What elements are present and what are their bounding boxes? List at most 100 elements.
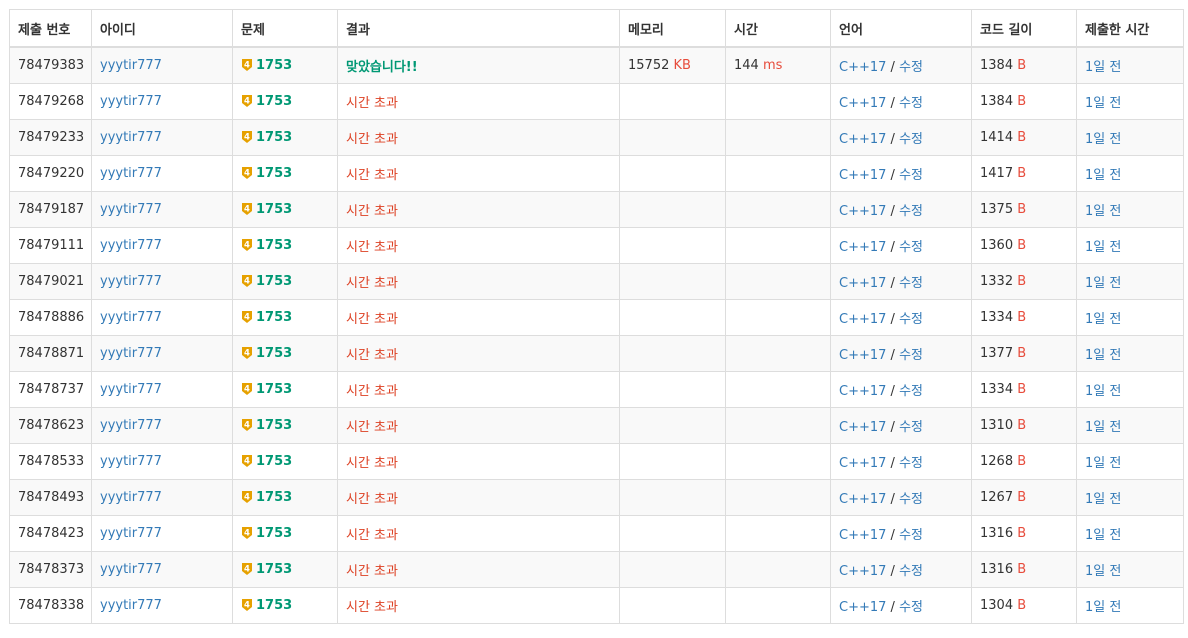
code-length-unit: B	[1017, 454, 1027, 469]
language-link[interactable]: C++17	[839, 528, 886, 543]
code-length-unit: B	[1017, 166, 1027, 181]
submitted-time-link[interactable]: 1일 전	[1085, 240, 1121, 255]
submitted-time-cell: 1일 전	[1076, 551, 1184, 588]
submitted-time-link[interactable]: 1일 전	[1085, 312, 1121, 327]
user-id-link[interactable]: yyytir777	[100, 418, 162, 433]
submitted-time-link[interactable]: 1일 전	[1085, 96, 1121, 111]
edit-link[interactable]: 수정	[899, 420, 923, 435]
submitted-time-link[interactable]: 1일 전	[1085, 132, 1121, 147]
result-status: 시간 초과	[346, 96, 398, 111]
user-id-link[interactable]: yyytir777	[100, 94, 162, 109]
edit-link[interactable]: 수정	[899, 204, 923, 219]
language-link[interactable]: C++17	[839, 420, 886, 435]
tier-badge-label: 4	[244, 421, 250, 431]
code-length-value: 1316	[980, 526, 1014, 541]
submitted-time-link[interactable]: 1일 전	[1085, 420, 1121, 435]
submission-id-cell: 78478493	[9, 479, 92, 516]
edit-link[interactable]: 수정	[899, 96, 923, 111]
submitted-time-link[interactable]: 1일 전	[1085, 276, 1121, 291]
submitted-time-cell: 1일 전	[1076, 119, 1184, 156]
result-status: 시간 초과	[346, 240, 398, 255]
problem-link[interactable]: 1753	[256, 274, 292, 289]
time-cell	[725, 587, 831, 624]
submitted-time-link[interactable]: 1일 전	[1085, 492, 1121, 507]
problem-link[interactable]: 1753	[256, 58, 292, 73]
submitted-time-link[interactable]: 1일 전	[1085, 60, 1121, 75]
user-id-link[interactable]: yyytir777	[100, 454, 162, 469]
edit-link[interactable]: 수정	[899, 348, 923, 363]
language-link[interactable]: C++17	[839, 492, 886, 507]
problem-link[interactable]: 1753	[256, 202, 292, 217]
user-id-link[interactable]: yyytir777	[100, 274, 162, 289]
memory-cell	[619, 227, 726, 264]
user-id-link[interactable]: yyytir777	[100, 598, 162, 613]
problem-link[interactable]: 1753	[256, 454, 292, 469]
user-id-link[interactable]: yyytir777	[100, 490, 162, 505]
submitted-time-link[interactable]: 1일 전	[1085, 204, 1121, 219]
problem-link[interactable]: 1753	[256, 238, 292, 253]
language-link[interactable]: C++17	[839, 348, 886, 363]
problem-link[interactable]: 1753	[256, 130, 292, 145]
user-id-link[interactable]: yyytir777	[100, 58, 162, 73]
problem-link[interactable]: 1753	[256, 382, 292, 397]
language-link[interactable]: C++17	[839, 204, 886, 219]
problem-link[interactable]: 1753	[256, 598, 292, 613]
edit-link[interactable]: 수정	[899, 132, 923, 147]
language-link[interactable]: C++17	[839, 384, 886, 399]
problem-link[interactable]: 1753	[256, 418, 292, 433]
edit-link[interactable]: 수정	[899, 564, 923, 579]
language-link[interactable]: C++17	[839, 456, 886, 471]
problem-link[interactable]: 1753	[256, 166, 292, 181]
language-link[interactable]: C++17	[839, 60, 886, 75]
edit-link[interactable]: 수정	[899, 492, 923, 507]
edit-link[interactable]: 수정	[899, 168, 923, 183]
edit-link[interactable]: 수정	[899, 384, 923, 399]
submitted-time-link[interactable]: 1일 전	[1085, 348, 1121, 363]
submitted-time-link[interactable]: 1일 전	[1085, 168, 1121, 183]
problem-link[interactable]: 1753	[256, 490, 292, 505]
language-link[interactable]: C++17	[839, 564, 886, 579]
language-link[interactable]: C++17	[839, 240, 886, 255]
user-id-link[interactable]: yyytir777	[100, 526, 162, 541]
submission-id: 78478623	[18, 418, 85, 433]
time-unit: ms	[762, 58, 783, 73]
user-id-link[interactable]: yyytir777	[100, 310, 162, 325]
edit-link[interactable]: 수정	[899, 456, 923, 471]
user-id-link[interactable]: yyytir777	[100, 130, 162, 145]
problem-link[interactable]: 1753	[256, 562, 292, 577]
code-length-value: 1268	[980, 454, 1014, 469]
edit-link[interactable]: 수정	[899, 528, 923, 543]
problem-link[interactable]: 1753	[256, 94, 292, 109]
language-link[interactable]: C++17	[839, 600, 886, 615]
user-id-link[interactable]: yyytir777	[100, 382, 162, 397]
code-length-unit: B	[1017, 598, 1027, 613]
language-link[interactable]: C++17	[839, 276, 886, 291]
user-id-link[interactable]: yyytir777	[100, 166, 162, 181]
code-length-cell: 1268 B	[971, 443, 1077, 480]
edit-link[interactable]: 수정	[899, 276, 923, 291]
user-id-link[interactable]: yyytir777	[100, 346, 162, 361]
submitted-time-link[interactable]: 1일 전	[1085, 528, 1121, 543]
user-id-link[interactable]: yyytir777	[100, 562, 162, 577]
tier-badge-label: 4	[244, 97, 250, 107]
language-link[interactable]: C++17	[839, 132, 886, 147]
user-id-link[interactable]: yyytir777	[100, 202, 162, 217]
problem-link[interactable]: 1753	[256, 526, 292, 541]
submitted-time-link[interactable]: 1일 전	[1085, 564, 1121, 579]
submitted-time-link[interactable]: 1일 전	[1085, 456, 1121, 471]
problem-link[interactable]: 1753	[256, 310, 292, 325]
edit-link[interactable]: 수정	[899, 60, 923, 75]
submitted-time-cell: 1일 전	[1076, 371, 1184, 408]
edit-link[interactable]: 수정	[899, 312, 923, 327]
submitted-time-link[interactable]: 1일 전	[1085, 600, 1121, 615]
edit-link[interactable]: 수정	[899, 600, 923, 615]
edit-link[interactable]: 수정	[899, 240, 923, 255]
language-separator: /	[886, 168, 900, 183]
submitted-time-link[interactable]: 1일 전	[1085, 384, 1121, 399]
result-cell: 시간 초과	[337, 371, 620, 408]
problem-link[interactable]: 1753	[256, 346, 292, 361]
language-link[interactable]: C++17	[839, 168, 886, 183]
language-link[interactable]: C++17	[839, 312, 886, 327]
language-link[interactable]: C++17	[839, 96, 886, 111]
user-id-link[interactable]: yyytir777	[100, 238, 162, 253]
